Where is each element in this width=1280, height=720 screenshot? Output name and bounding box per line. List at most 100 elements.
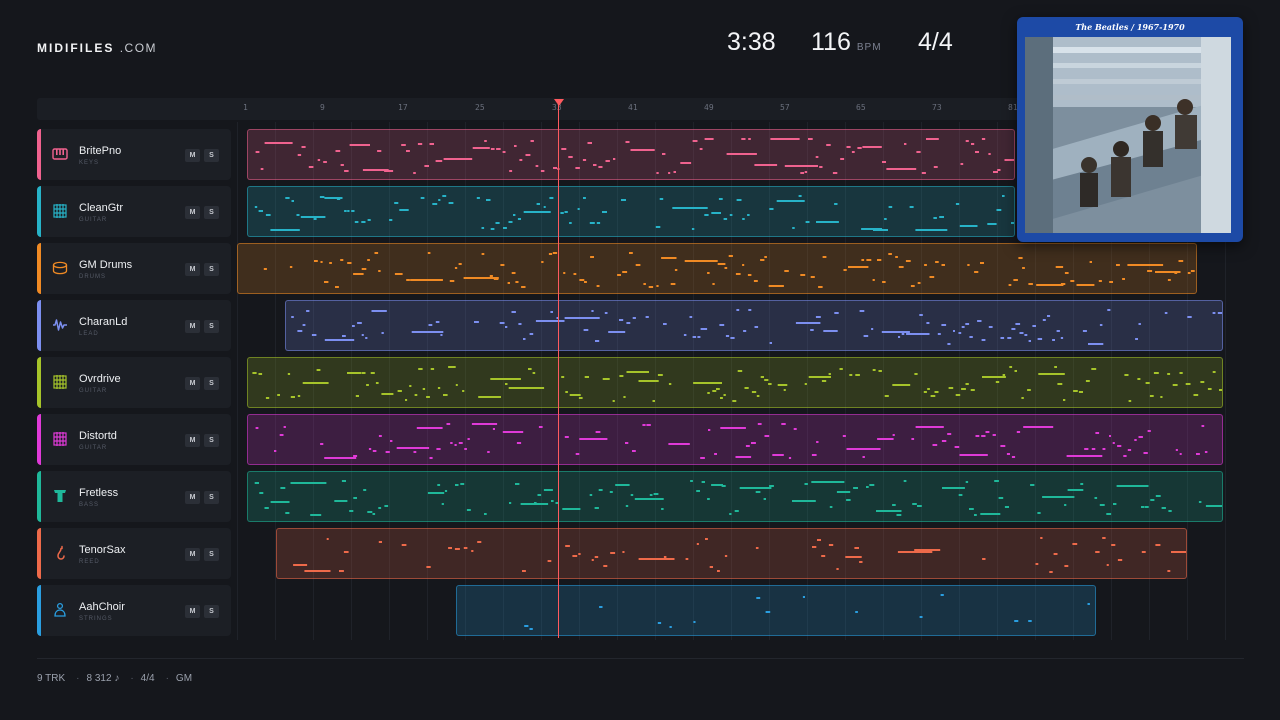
track-header-distortd[interactable]: Distortd GUITAR M S bbox=[37, 414, 231, 465]
midi-clip[interactable] bbox=[276, 528, 1187, 579]
track-name: Fretless bbox=[79, 487, 119, 499]
note-pattern bbox=[255, 423, 1208, 459]
track-category: REED bbox=[79, 559, 100, 565]
track-header-charanld[interactable]: CharanLd LEAD M S bbox=[37, 300, 231, 351]
track-name: TenorSax bbox=[79, 544, 126, 556]
ruler-tick: 17 bbox=[398, 103, 408, 112]
footer-signature: 4/4 bbox=[140, 673, 155, 684]
track-category: DRUMS bbox=[79, 274, 106, 280]
ruler-tick: 41 bbox=[628, 103, 638, 112]
playhead-marker-icon[interactable] bbox=[554, 99, 564, 106]
mute-button[interactable]: M bbox=[185, 491, 200, 504]
midi-clip[interactable] bbox=[285, 300, 1223, 351]
midi-clip[interactable] bbox=[247, 414, 1223, 465]
note-pattern bbox=[524, 594, 1090, 630]
note-pattern bbox=[293, 537, 1186, 573]
solo-button[interactable]: S bbox=[204, 263, 219, 276]
midi-clip[interactable] bbox=[247, 129, 1015, 180]
guitar-grid-icon bbox=[52, 203, 68, 219]
bass-icon bbox=[52, 488, 68, 504]
track-header-ovrdrive[interactable]: Ovrdrive GUITAR M S bbox=[37, 357, 231, 408]
midi-clip[interactable] bbox=[247, 186, 1015, 237]
ruler-tick: 73 bbox=[932, 103, 942, 112]
note-count: 8 312 ♪ bbox=[86, 673, 120, 684]
track-category: GUITAR bbox=[79, 445, 108, 451]
mute-button[interactable]: M bbox=[185, 434, 200, 447]
waveform-icon bbox=[52, 317, 68, 333]
track-color-stripe bbox=[37, 357, 41, 408]
solo-button[interactable]: S bbox=[204, 491, 219, 504]
track-category: GUITAR bbox=[79, 217, 108, 223]
note-pattern bbox=[255, 138, 1014, 174]
footer-divider bbox=[37, 658, 1244, 659]
solo-button[interactable]: S bbox=[204, 320, 219, 333]
sax-icon bbox=[52, 545, 68, 561]
brand-domain: .COM bbox=[119, 41, 158, 55]
mute-button[interactable]: M bbox=[185, 605, 200, 618]
mute-button[interactable]: M bbox=[185, 320, 200, 333]
track-name: Distortd bbox=[79, 430, 117, 442]
mute-button[interactable]: M bbox=[185, 263, 200, 276]
midi-standard: GM bbox=[175, 673, 193, 684]
track-color-stripe bbox=[37, 186, 41, 237]
note-pattern bbox=[263, 252, 1195, 288]
track-header-britepno[interactable]: BritePno KEYS M S bbox=[37, 129, 231, 180]
separator-dot: · bbox=[165, 673, 169, 684]
mute-button[interactable]: M bbox=[185, 377, 200, 390]
track-header-tenorsax[interactable]: TenorSax REED M S bbox=[37, 528, 231, 579]
tempo-unit: BPM bbox=[856, 42, 882, 53]
track-category: LEAD bbox=[79, 331, 99, 337]
track-name: GM Drums bbox=[79, 259, 133, 271]
midi-clip[interactable] bbox=[247, 471, 1223, 522]
track-name: BritePno bbox=[79, 145, 122, 157]
album-title: The Beatles / 1967-1970 bbox=[1075, 22, 1185, 32]
guitar-grid-icon bbox=[52, 431, 68, 447]
ruler-tick: 25 bbox=[475, 103, 485, 112]
solo-button[interactable]: S bbox=[204, 149, 219, 162]
separator-dot: · bbox=[130, 673, 134, 684]
track-count: 9 TRK bbox=[37, 673, 66, 684]
midi-clip[interactable] bbox=[456, 585, 1096, 636]
track-name: AahChoir bbox=[79, 601, 125, 613]
song-duration: 3:38 bbox=[727, 28, 776, 56]
track-name: Ovrdrive bbox=[79, 373, 121, 385]
solo-button[interactable]: S bbox=[204, 377, 219, 390]
solo-button[interactable]: S bbox=[204, 206, 219, 219]
solo-button[interactable]: S bbox=[204, 605, 219, 618]
midi-clip[interactable] bbox=[237, 243, 1197, 294]
tempo-value: 116 bbox=[811, 28, 851, 56]
mute-button[interactable]: M bbox=[185, 548, 200, 561]
track-header-aahchoir[interactable]: AahChoir STRINGS M S bbox=[37, 585, 231, 636]
brand-logo: MIDIFILES .COM bbox=[37, 41, 157, 55]
ruler-tick: 57 bbox=[780, 103, 790, 112]
track-color-stripe bbox=[37, 471, 41, 522]
grid-line bbox=[237, 122, 238, 640]
tempo-display: 116 BPM bbox=[811, 28, 882, 57]
solo-button[interactable]: S bbox=[204, 548, 219, 561]
solo-button[interactable]: S bbox=[204, 434, 219, 447]
midi-clip[interactable] bbox=[247, 357, 1223, 408]
playhead[interactable] bbox=[558, 102, 559, 638]
mute-button[interactable]: M bbox=[185, 149, 200, 162]
track-color-stripe bbox=[37, 528, 41, 579]
track-color-stripe bbox=[37, 300, 41, 351]
track-category: STRINGS bbox=[79, 616, 113, 622]
track-header-gm-drums[interactable]: GM Drums DRUMS M S bbox=[37, 243, 231, 294]
track-header-fretless[interactable]: Fretless BASS M S bbox=[37, 471, 231, 522]
note-pattern bbox=[291, 309, 1222, 345]
choir-icon bbox=[52, 602, 68, 618]
note-pattern bbox=[252, 366, 1222, 402]
track-header-cleangtr[interactable]: CleanGtr GUITAR M S bbox=[37, 186, 231, 237]
track-category: BASS bbox=[79, 502, 100, 508]
track-category: KEYS bbox=[79, 160, 100, 166]
ruler-tick: 65 bbox=[856, 103, 866, 112]
album-cover: The Beatles / 1967-1970 bbox=[1017, 17, 1243, 242]
track-color-stripe bbox=[37, 129, 41, 180]
track-name: CharanLd bbox=[79, 316, 128, 328]
track-color-stripe bbox=[37, 414, 41, 465]
guitar-grid-icon bbox=[52, 374, 68, 390]
track-name: CleanGtr bbox=[79, 202, 124, 214]
brand-name: MIDIFILES bbox=[37, 41, 115, 55]
note-pattern bbox=[254, 195, 1014, 231]
mute-button[interactable]: M bbox=[185, 206, 200, 219]
